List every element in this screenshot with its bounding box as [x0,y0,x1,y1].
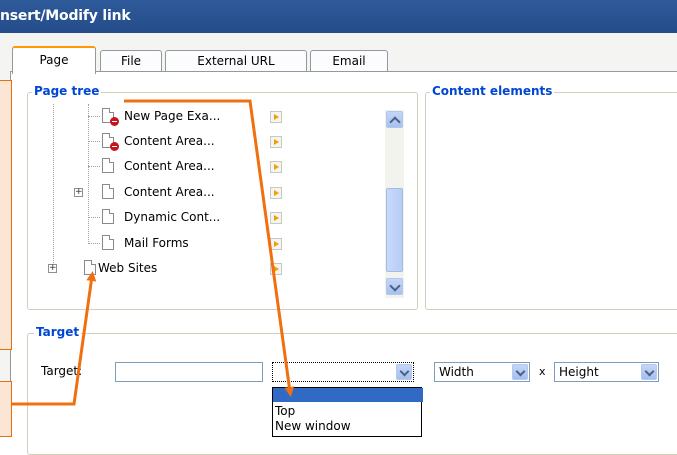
tab-email-label: Email [332,54,366,68]
dropdown-option-new-window[interactable]: New window [273,419,423,433]
select-arrow-icon[interactable] [270,136,282,148]
target-label: Target: [41,364,83,378]
tree-item-content-area-2[interactable]: Content Area... [88,157,282,175]
deleted-badge-icon [110,117,119,126]
select-arrow-icon[interactable] [270,263,282,275]
content-elements-fieldset: Content elements [425,84,677,310]
tree-item-mail-forms[interactable]: Mail Forms [88,234,282,252]
select-arrow-icon[interactable] [270,161,282,173]
scroll-down-button[interactable] [386,278,403,295]
tree-item-dynamic-content[interactable]: Dynamic Cont... [88,208,282,226]
tree-item-content-area-3[interactable]: + Content Area... [74,183,282,201]
select-arrow-icon[interactable] [270,187,282,199]
tab-page-label: Page [39,53,69,67]
page-icon [102,235,114,250]
chevron-down-icon [389,280,401,292]
tab-file[interactable]: File [100,50,162,72]
dropdown-option-label: Top [275,404,296,418]
page-icon [84,260,96,275]
page-icon [102,209,114,224]
chevron-down-icon[interactable] [641,364,657,380]
tree-connector [88,217,100,219]
select-arrow-icon[interactable] [270,111,282,123]
chevron-down-icon[interactable] [396,364,412,380]
tree-item-label: Dynamic Cont... [124,210,221,224]
chevron-down-icon[interactable] [512,364,528,380]
scroll-thumb[interactable] [386,188,403,272]
tree-connector [88,166,100,168]
select-arrow-icon[interactable] [270,238,282,250]
page-icon [102,158,114,173]
tab-email[interactable]: Email [310,50,388,72]
tree-scrollbar[interactable] [385,110,404,298]
width-select[interactable]: Width [434,362,530,382]
dialog-titlebar: nsert/Modify link [0,0,677,33]
tree-item-label: Mail Forms [124,236,189,250]
annotation-panel [0,80,12,350]
scroll-up-button[interactable] [386,111,403,128]
expand-plus-icon[interactable]: + [74,188,83,197]
target-dropdown-list[interactable]: Top New window [272,387,423,437]
tab-page[interactable]: Page [12,46,96,74]
tree-item-web-sites[interactable]: + Web Sites [48,259,282,277]
dialog-title: nsert/Modify link [0,8,131,24]
height-select-value: Height [559,365,599,379]
tree-item-new-page-example[interactable]: New Page Exa... [88,107,282,126]
tree-item-label: Content Area... [124,134,215,148]
tree-item-label: Web Sites [98,261,158,275]
select-arrow-icon[interactable] [270,212,282,224]
content-elements-legend: Content elements [430,84,555,98]
target-input[interactable] [115,362,263,382]
tree-connector [88,243,100,245]
expand-plus-icon[interactable]: + [48,264,57,273]
target-select[interactable] [272,362,414,382]
target-legend: Target [34,325,82,339]
page-tree-legend: Page tree [32,84,102,98]
width-select-value: Width [439,365,474,379]
dropdown-option-blank[interactable] [273,388,423,402]
height-select[interactable]: Height [554,362,659,382]
tree-item-label: Content Area... [124,185,215,199]
dimension-separator: x [539,365,546,378]
tab-file-label: File [120,54,142,68]
tree-item-content-area-1[interactable]: Content Area... [88,132,282,151]
tab-external-url-label: External URL [197,54,275,68]
tree-connector [88,116,100,118]
dropdown-option-label: New window [275,419,351,433]
deleted-badge-icon [110,142,119,151]
annotation-panel [0,381,12,437]
page-icon [102,184,114,199]
tree-item-label: New Page Exa... [124,109,221,123]
tab-external-url[interactable]: External URL [165,50,307,72]
tree-connector [88,141,100,143]
dropdown-option-top[interactable]: Top [273,404,423,418]
tree-item-label: Content Area... [124,159,215,173]
tree-connector [53,104,55,269]
chevron-up-icon [389,116,401,128]
